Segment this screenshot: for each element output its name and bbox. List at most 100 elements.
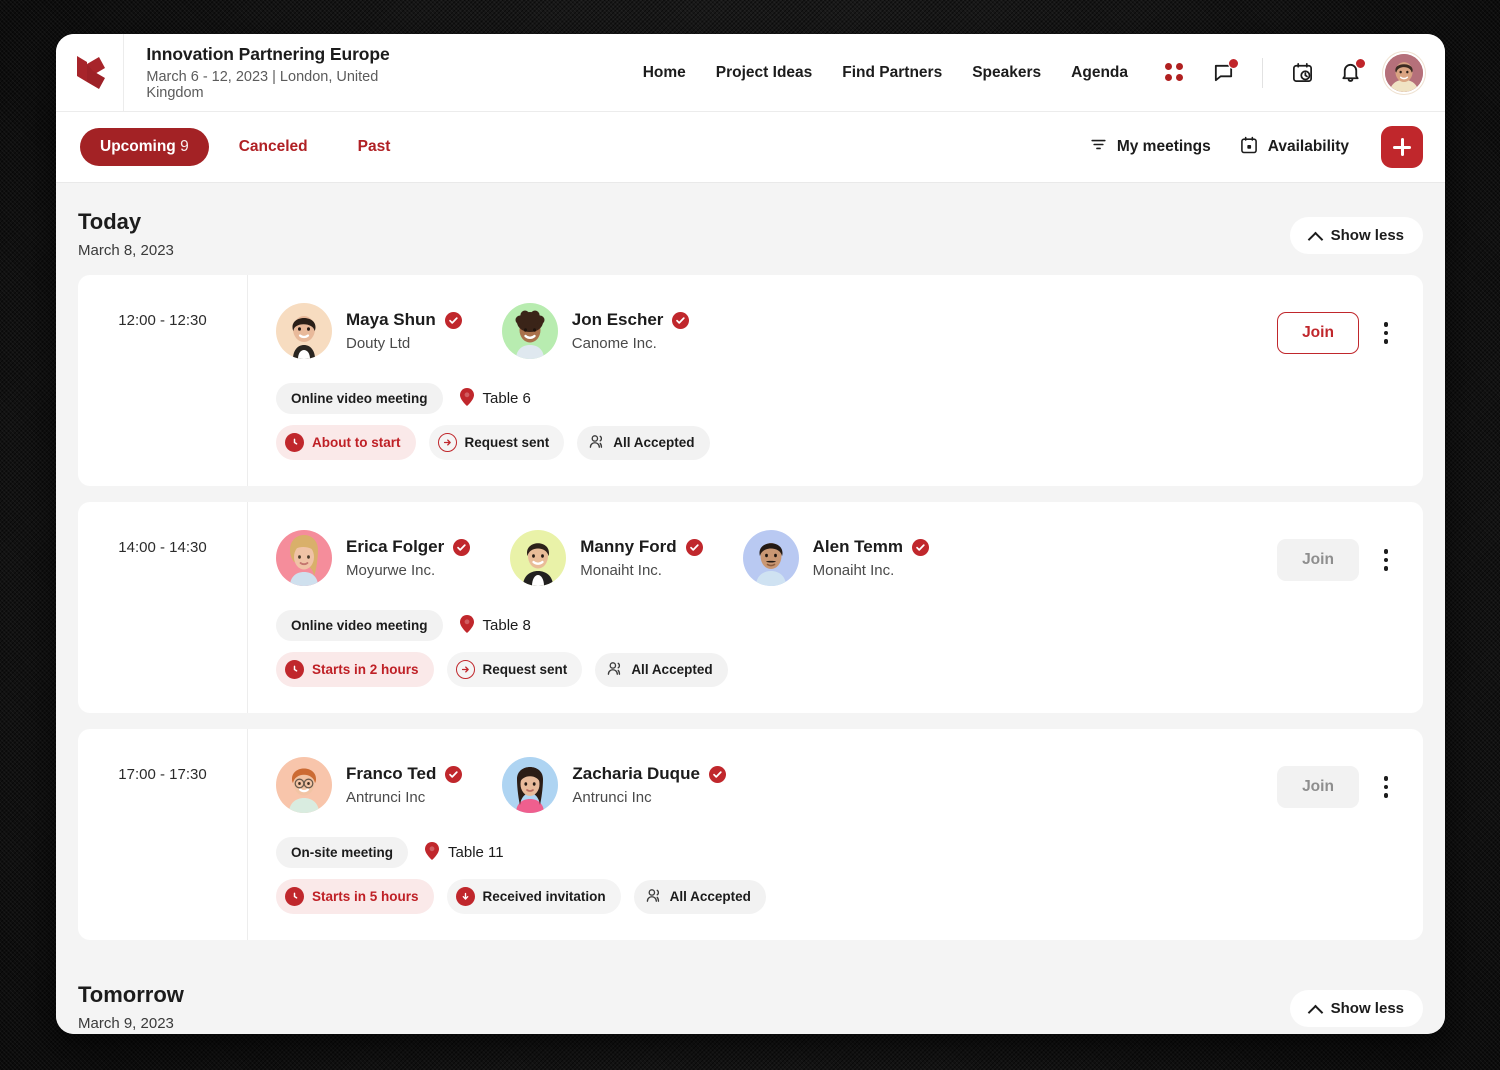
verified-badge-icon bbox=[708, 765, 726, 783]
bell-unread-badge bbox=[1355, 57, 1366, 69]
participant[interactable]: Erica Folger Moyurwe Inc. bbox=[276, 530, 471, 586]
nav-link-find-partners[interactable]: Find Partners bbox=[842, 64, 942, 82]
participant[interactable]: Maya Shun Douty Ltd bbox=[276, 303, 462, 359]
availability-label: Availability bbox=[1267, 138, 1349, 155]
apps-grid-icon[interactable] bbox=[1162, 60, 1188, 86]
calendar-clock-icon[interactable] bbox=[1289, 60, 1315, 86]
nav-link-agenda[interactable]: Agenda bbox=[1071, 64, 1128, 82]
meeting-accepted-label: All Accepted bbox=[613, 435, 695, 450]
tab-canceled[interactable]: Canceled bbox=[219, 128, 328, 166]
meeting-card[interactable]: 14:00 - 14:30 Erica Folger Moyurwe Inc. … bbox=[78, 502, 1423, 713]
participant-name: Erica Folger bbox=[346, 537, 445, 556]
participant[interactable]: Alen Temm Monaiht Inc. bbox=[742, 530, 929, 586]
location-pin-icon bbox=[425, 841, 440, 864]
nav-icon-group bbox=[1162, 53, 1423, 92]
join-button[interactable]: Join bbox=[1277, 312, 1359, 354]
location-pin-icon bbox=[459, 614, 474, 637]
meeting-actions: Join bbox=[1277, 530, 1399, 687]
tab-upcoming[interactable]: Upcoming 9 bbox=[80, 128, 209, 166]
verified-badge-icon bbox=[672, 311, 690, 329]
tab-past[interactable]: Past bbox=[338, 128, 411, 166]
participant[interactable]: Jon Escher Canome Inc. bbox=[501, 303, 690, 359]
meeting-meta-row: Online video meeting Table 8 bbox=[276, 610, 1277, 641]
meeting-status-chip: About to start bbox=[276, 425, 416, 460]
availability-button[interactable]: Availability bbox=[1239, 135, 1349, 160]
participant[interactable]: Manny Ford Monaiht Inc. bbox=[510, 530, 703, 586]
clock-icon bbox=[285, 660, 304, 679]
show-less-button-today[interactable]: Show less bbox=[1289, 217, 1423, 254]
meeting-mode-chip: Online video meeting bbox=[276, 610, 443, 641]
meeting-mode-chip: On-site meeting bbox=[276, 837, 409, 868]
section-title: Tomorrow bbox=[78, 982, 184, 1007]
meeting-request-chip: Received invitation bbox=[446, 879, 621, 914]
show-less-label: Show less bbox=[1330, 1000, 1404, 1017]
avatar bbox=[276, 757, 332, 813]
meeting-actions: Join bbox=[1277, 757, 1399, 914]
user-avatar[interactable] bbox=[1385, 53, 1423, 92]
logo-container[interactable] bbox=[56, 34, 125, 112]
participant-company: Douty Ltd bbox=[346, 335, 411, 352]
meeting-status-row: Starts in 5 hours Received invitation Al… bbox=[276, 879, 1277, 914]
chevron-up-icon bbox=[1309, 232, 1322, 240]
nav-divider bbox=[1262, 57, 1263, 88]
show-less-label: Show less bbox=[1330, 227, 1404, 244]
users-icon bbox=[646, 888, 662, 906]
join-button[interactable]: Join bbox=[1277, 539, 1359, 581]
top-navigation-bar: Innovation Partnering Europe March 6 - 1… bbox=[56, 34, 1445, 112]
nav-link-project-ideas[interactable]: Project Ideas bbox=[716, 64, 813, 82]
arrow-right-circle-icon bbox=[437, 433, 457, 452]
meeting-status-chip: Starts in 2 hours bbox=[276, 652, 434, 687]
location-pin-icon bbox=[459, 387, 474, 410]
meetings-list[interactable]: Today March 8, 2023 Show less 12:00 - 12… bbox=[56, 183, 1445, 1034]
toolbar-actions: My meetings Availability bbox=[1089, 126, 1423, 168]
participant-name: Jon Escher bbox=[571, 310, 664, 329]
chat-unread-badge bbox=[1228, 57, 1239, 69]
meeting-status-chip: Starts in 5 hours bbox=[276, 879, 434, 914]
more-options-icon[interactable] bbox=[1373, 766, 1399, 808]
calendar-icon bbox=[1239, 135, 1259, 160]
avatar bbox=[510, 530, 567, 586]
meeting-request-chip: Request sent bbox=[446, 652, 583, 687]
meeting-request-label: Request sent bbox=[482, 662, 568, 677]
my-meetings-button[interactable]: My meetings bbox=[1089, 135, 1211, 159]
meeting-table-label: Table 11 bbox=[448, 844, 504, 861]
main-nav: Home Project Ideas Find Partners Speaker… bbox=[643, 64, 1128, 82]
nav-link-home[interactable]: Home bbox=[643, 64, 686, 82]
add-meeting-button[interactable] bbox=[1381, 126, 1423, 168]
meeting-mode-chip: Online video meeting bbox=[276, 383, 443, 414]
section-header-tomorrow: Tomorrow March 9, 2023 Show less bbox=[78, 956, 1423, 1034]
verified-badge-icon bbox=[444, 311, 462, 329]
avatar bbox=[502, 757, 559, 813]
event-title: Innovation Partnering Europe bbox=[146, 44, 390, 64]
meeting-status-label: Starts in 5 hours bbox=[312, 889, 419, 904]
participants-list: Erica Folger Moyurwe Inc. Manny Ford Mon… bbox=[276, 530, 1277, 586]
show-less-button-tomorrow[interactable]: Show less bbox=[1289, 990, 1423, 1027]
bell-notification-icon[interactable] bbox=[1337, 57, 1366, 86]
section-date: March 8, 2023 bbox=[78, 242, 174, 259]
meeting-location: Table 6 bbox=[459, 387, 531, 410]
users-icon bbox=[589, 434, 605, 452]
participant-company: Monaiht Inc. bbox=[812, 562, 895, 579]
participant-company: Monaiht Inc. bbox=[580, 562, 662, 579]
more-options-icon[interactable] bbox=[1373, 312, 1399, 354]
participants-list: Maya Shun Douty Ltd Jon Escher Canome In… bbox=[276, 303, 1277, 359]
meeting-request-label: Request sent bbox=[464, 435, 550, 450]
more-options-icon[interactable] bbox=[1373, 539, 1399, 581]
meeting-card[interactable]: 17:00 - 17:30 Franco Ted Antrunci Inc Za… bbox=[78, 729, 1423, 940]
join-button[interactable]: Join bbox=[1277, 766, 1359, 808]
participant[interactable]: Franco Ted Antrunci Inc bbox=[276, 757, 463, 813]
section-title: Today bbox=[78, 209, 142, 234]
avatar bbox=[276, 303, 332, 359]
meeting-time: 17:00 - 17:30 bbox=[78, 729, 248, 940]
chat-bubble-icon[interactable] bbox=[1210, 57, 1239, 86]
participant-name: Franco Ted bbox=[346, 764, 437, 783]
plus-icon bbox=[1393, 138, 1411, 156]
meetings-toolbar: Upcoming 9 Canceled Past My meetings Ava… bbox=[56, 112, 1445, 183]
meeting-request-chip: Request sent bbox=[428, 425, 565, 460]
participant-name: Manny Ford bbox=[580, 537, 677, 556]
meeting-status-row: About to start Request sent All Accepted bbox=[276, 425, 1277, 460]
users-icon bbox=[607, 661, 623, 679]
meeting-card[interactable]: 12:00 - 12:30 Maya Shun Douty Ltd Jon Es… bbox=[78, 275, 1423, 486]
nav-link-speakers[interactable]: Speakers bbox=[972, 64, 1041, 82]
participant[interactable]: Zacharia Duque Antrunci Inc bbox=[502, 757, 726, 813]
